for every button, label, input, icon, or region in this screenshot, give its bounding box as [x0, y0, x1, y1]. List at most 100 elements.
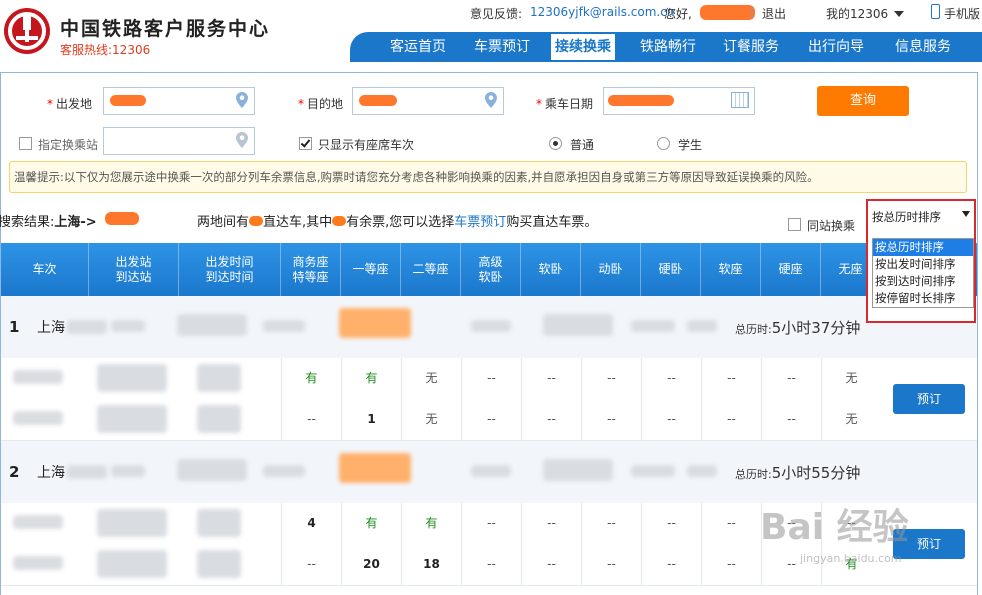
date-redaction	[608, 95, 674, 106]
blurred-info	[263, 465, 305, 477]
blurred-info	[111, 320, 145, 332]
logout-link[interactable]: 退出	[762, 5, 786, 22]
nav-ticket-booking[interactable]: 车票预订	[474, 32, 530, 62]
col-stations: 出发站 到达站	[89, 243, 179, 296]
query-button[interactable]: 查询	[817, 86, 909, 116]
ticket-normal-radio[interactable]	[549, 137, 562, 150]
col-train-no: 车次	[1, 243, 89, 296]
only-seats-checkbox[interactable]	[299, 137, 312, 150]
table-row: -- 1 无 -- -- -- -- -- -- 无	[1, 399, 977, 441]
china-railway-logo-icon	[4, 8, 50, 54]
calendar-icon[interactable]	[731, 92, 749, 108]
table-row: 有 有 无 -- -- -- -- -- -- 无	[1, 358, 977, 400]
to-station-input[interactable]	[352, 87, 504, 115]
blurred-info	[543, 459, 613, 481]
blurred-stations	[97, 364, 167, 392]
username-redaction	[700, 5, 755, 20]
seat-cell: --	[581, 358, 641, 399]
ticket-student-radio[interactable]	[657, 137, 670, 150]
seat-cell: --	[521, 544, 581, 585]
seat-cell: --	[461, 503, 521, 544]
nav-info-service[interactable]: 信息服务	[895, 32, 951, 62]
transfer-plan-2: 2 上海 总历时:5小时55分钟	[1, 441, 977, 504]
blurred-transfer-station	[339, 453, 411, 483]
blurred-train-no	[13, 515, 63, 529]
seat-cell: --	[461, 399, 521, 440]
total-duration: 总历时:5小时37分钟	[735, 319, 861, 337]
seat-cell: 有	[401, 503, 461, 544]
blurred-times	[197, 405, 241, 433]
feedback-label: 意见反馈:	[470, 7, 523, 21]
booking-link[interactable]: 车票预订	[454, 215, 506, 230]
chevron-down-icon[interactable]	[894, 11, 904, 17]
book-button-plan-1[interactable]: 预订	[893, 384, 965, 414]
location-pin-icon	[236, 92, 248, 108]
nav-meal-service[interactable]: 订餐服务	[723, 32, 779, 62]
mobile-link[interactable]: 手机版	[944, 5, 980, 22]
mobile-phone-icon	[931, 4, 940, 19]
same-station-checkbox[interactable]	[788, 218, 801, 231]
sort-option-departure-time[interactable]: 按出发时间排序	[873, 256, 973, 273]
nav-railway-pass[interactable]: 铁路畅行	[640, 32, 696, 62]
sort-option-total-duration[interactable]: 按总历时排序	[873, 239, 973, 256]
to-label: * 目的地	[298, 97, 344, 111]
blurred-info	[631, 465, 675, 477]
separator: |	[750, 5, 755, 19]
transfer-station-input[interactable]	[103, 127, 255, 155]
col-soft-sleeper: 软卧	[521, 243, 581, 296]
seat-cell: --	[521, 358, 581, 399]
seat-cell: --	[521, 503, 581, 544]
transfer-station-checkbox[interactable]	[19, 137, 32, 150]
nav-transfer[interactable]: 接续换乘	[551, 34, 615, 60]
feedback-email-link[interactable]: 12306yjfk@rails.com.cn	[530, 5, 674, 19]
sort-option-stopover-duration[interactable]: 按停留时长排序	[873, 290, 973, 307]
from-label: * 出发地	[47, 97, 93, 111]
blurred-info	[263, 320, 305, 332]
col-hard-sleeper: 硬卧	[641, 243, 701, 296]
col-motor-sleeper: 动卧	[581, 243, 641, 296]
seat-cell: 18	[401, 544, 461, 585]
nav-travel-guide[interactable]: 出行向导	[808, 32, 864, 62]
seat-cell: 有	[281, 358, 341, 399]
seat-cell: 无	[401, 399, 461, 440]
blurred-times	[197, 364, 241, 392]
sort-dropdown[interactable]: 按总历时排序 按总历时排序 按出发时间排序 按到达时间排序 按停留时长排序	[866, 199, 976, 323]
blurred-info	[543, 314, 613, 336]
col-first-class: 一等座	[341, 243, 401, 296]
seat-cell: --	[281, 399, 341, 440]
same-station-label: 同站换乘	[807, 219, 856, 233]
blurred-times	[197, 550, 241, 578]
blurred-info	[687, 465, 717, 477]
blurred-stations	[97, 405, 167, 433]
seat-cell: --	[701, 503, 761, 544]
plan-from-city: 上海	[37, 320, 65, 336]
my12306-menu[interactable]: 我的12306	[826, 5, 888, 22]
blurred-info	[471, 465, 511, 477]
sort-option-arrival-time[interactable]: 按到达时间排序	[873, 273, 973, 290]
hotline: 客服热线:12306	[60, 43, 151, 57]
seat-cell: --	[581, 399, 641, 440]
from-redaction	[110, 95, 146, 106]
blurred-info	[631, 320, 675, 332]
nav-home[interactable]: 客运首页	[390, 32, 446, 62]
blurred-times	[197, 509, 241, 537]
from-station-input[interactable]	[103, 87, 255, 115]
seat-cell: --	[701, 358, 761, 399]
date-label: * 乘车日期	[536, 97, 594, 111]
seat-cell: --	[281, 544, 341, 585]
seat-cell: --	[461, 358, 521, 399]
plan-index: 2	[9, 463, 20, 481]
header: 中国铁路客户服务中心 客服热线:12306 意见反馈: 12306yjfk@ra…	[0, 0, 982, 62]
col-second-class: 二等座	[401, 243, 461, 296]
site-title: 中国铁路客户服务中心	[60, 18, 271, 40]
ticket-student-label: 学生	[678, 138, 703, 152]
plan-index: 1	[9, 318, 20, 336]
seat-cell: --	[641, 544, 701, 585]
date-input[interactable]	[603, 87, 755, 115]
sort-selected-value[interactable]: 按总历时排序	[872, 209, 941, 225]
chevron-down-icon[interactable]	[962, 211, 970, 217]
seat-cell: 无	[821, 358, 881, 399]
seat-cell: 无	[821, 399, 881, 440]
col-business-seat: 商务座 特等座	[281, 243, 341, 296]
only-seats-label: 只显示有座席车次	[318, 138, 415, 152]
